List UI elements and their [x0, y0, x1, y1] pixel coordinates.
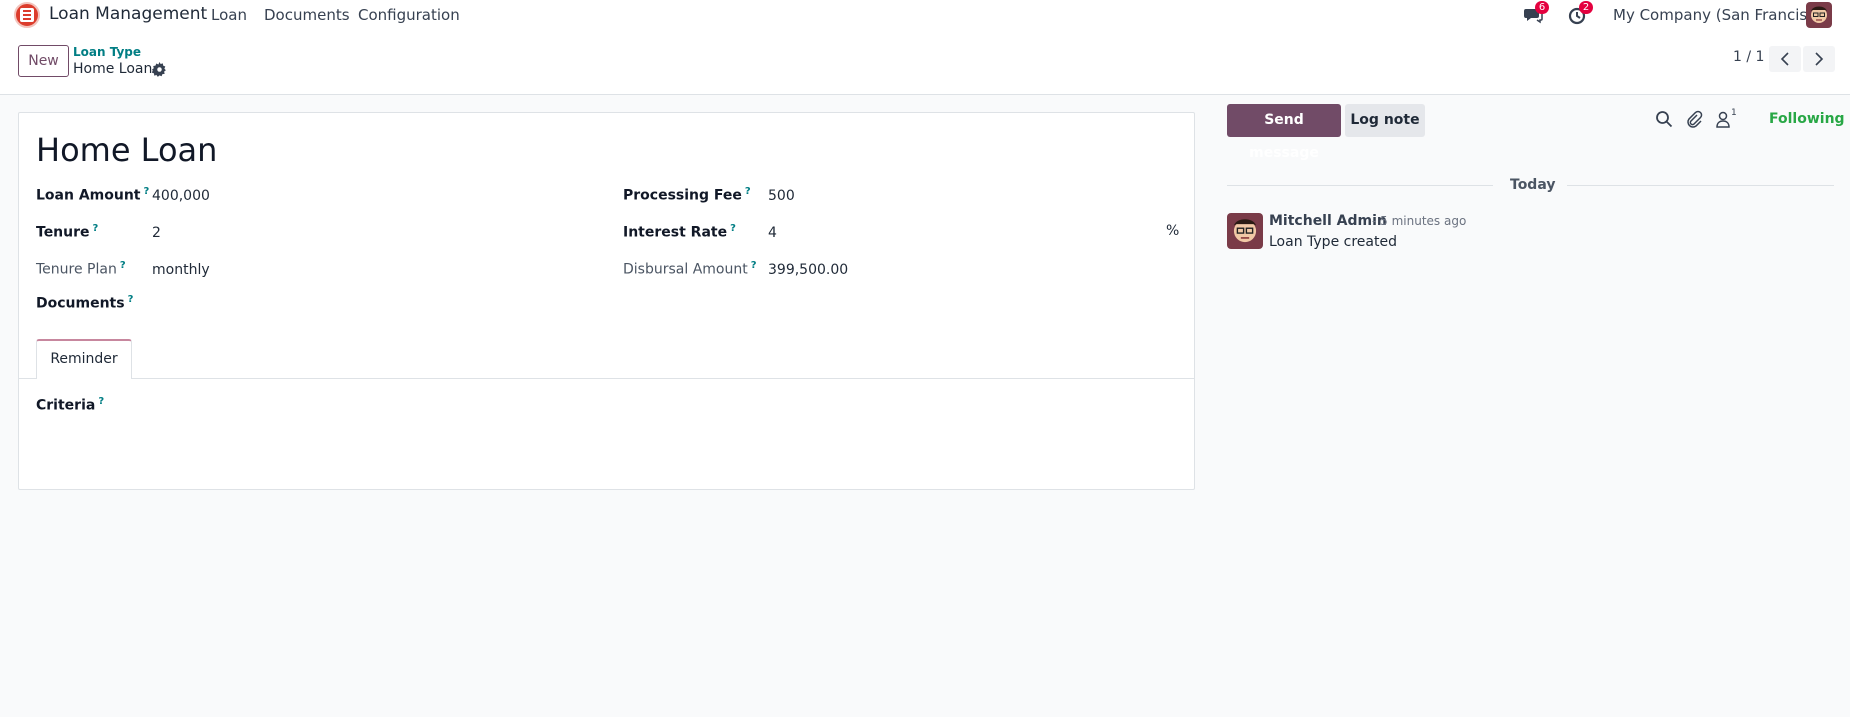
help-icon[interactable]: ?	[128, 294, 134, 305]
disbursal-amount-label-text: Disbursal Amount	[623, 261, 748, 278]
help-icon[interactable]: ?	[745, 186, 751, 197]
menu-documents[interactable]: Documents	[264, 6, 350, 24]
send-message-button[interactable]: Send message	[1227, 104, 1341, 161]
followers-user-icon[interactable]	[1714, 110, 1732, 128]
menu-loan[interactable]: Loan	[211, 6, 247, 24]
help-icon[interactable]: ?	[98, 396, 104, 407]
breadcrumb-parent[interactable]: Loan Type	[73, 45, 141, 59]
pager-next-button[interactable]	[1803, 46, 1835, 72]
loan-amount-field[interactable]: 400,000	[152, 188, 210, 204]
breadcrumb-current: Home Loan	[73, 61, 153, 77]
message-author[interactable]: Mitchell Admin	[1269, 213, 1387, 229]
paperclip-icon[interactable]	[1685, 110, 1703, 128]
tab-reminder[interactable]: Reminder	[36, 339, 132, 379]
notebook-tab-bar	[19, 378, 1194, 379]
pager-value[interactable]: 1 / 1	[1733, 49, 1764, 65]
company-switcher[interactable]: My Company (San Francisco)	[1613, 6, 1830, 24]
tenure-plan-field: monthly	[152, 262, 210, 278]
app-logo-icon[interactable]	[14, 2, 40, 28]
control-panel: New Loan Type Home Loan 1 / 1	[0, 29, 1850, 95]
criteria-label-text: Criteria	[36, 397, 96, 414]
day-divider-left	[1227, 185, 1493, 186]
loan-amount-label-text: Loan Amount	[36, 187, 141, 204]
user-avatar[interactable]	[1806, 2, 1832, 28]
message-author-avatar[interactable]	[1227, 213, 1263, 249]
disbursal-amount-field: 399,500.00	[768, 262, 849, 278]
interest-rate-label-text: Interest Rate	[623, 224, 728, 241]
tenure-label: Tenure?	[36, 223, 98, 241]
day-divider-right	[1567, 185, 1834, 186]
disbursal-amount-label: Disbursal Amount?	[623, 260, 757, 278]
tenure-label-text: Tenure	[36, 224, 90, 241]
help-icon[interactable]: ?	[144, 186, 150, 197]
gear-icon[interactable]	[151, 62, 167, 77]
following-button[interactable]: Following	[1769, 111, 1845, 127]
tenure-field[interactable]: 2	[152, 225, 161, 241]
message-time: - 5 minutes ago	[1372, 214, 1467, 228]
interest-rate-suffix: %	[1166, 223, 1180, 239]
pager-previous-button[interactable]	[1769, 46, 1801, 72]
criteria-label: Criteria?	[36, 396, 104, 414]
messages-icon[interactable]: 6	[1523, 1, 1549, 25]
loan-amount-label: Loan Amount?	[36, 186, 149, 204]
menu-configuration[interactable]: Configuration	[358, 6, 460, 24]
documents-label: Documents?	[36, 294, 133, 312]
record-title[interactable]: Home Loan	[36, 131, 217, 169]
help-icon[interactable]: ?	[730, 223, 736, 234]
followers-count: 1	[1731, 108, 1737, 118]
processing-fee-label: Processing Fee?	[623, 186, 751, 204]
log-note-button[interactable]: Log note	[1345, 104, 1425, 137]
help-icon[interactable]: ?	[93, 223, 99, 234]
documents-label-text: Documents	[36, 295, 125, 312]
top-navbar: Loan Management Loan Documents Configura…	[0, 0, 1850, 29]
message-body: Loan Type created	[1269, 234, 1397, 250]
tenure-plan-label: Tenure Plan?	[36, 260, 126, 278]
processing-fee-label-text: Processing Fee	[623, 187, 742, 204]
interest-rate-label: Interest Rate?	[623, 223, 736, 241]
app-name[interactable]: Loan Management	[49, 4, 207, 24]
processing-fee-field[interactable]: 500	[768, 188, 795, 204]
search-icon[interactable]	[1655, 110, 1673, 128]
messages-badge: 6	[1535, 1, 1549, 14]
help-icon[interactable]: ?	[751, 260, 757, 271]
activities-badge: 2	[1579, 1, 1593, 14]
tenure-plan-label-text: Tenure Plan	[36, 261, 117, 278]
new-button[interactable]: New	[18, 45, 69, 77]
interest-rate-field[interactable]: 4	[768, 225, 777, 241]
day-divider-label: Today	[1510, 177, 1556, 193]
documents-field[interactable]	[152, 296, 532, 314]
activities-clock-icon[interactable]: 2	[1567, 1, 1593, 25]
form-sheet: Home Loan Loan Amount? 400,000 Tenure? 2…	[18, 112, 1195, 490]
help-icon[interactable]: ?	[120, 260, 126, 271]
chevron-right-icon	[1815, 52, 1824, 66]
chevron-left-icon	[1780, 52, 1789, 66]
